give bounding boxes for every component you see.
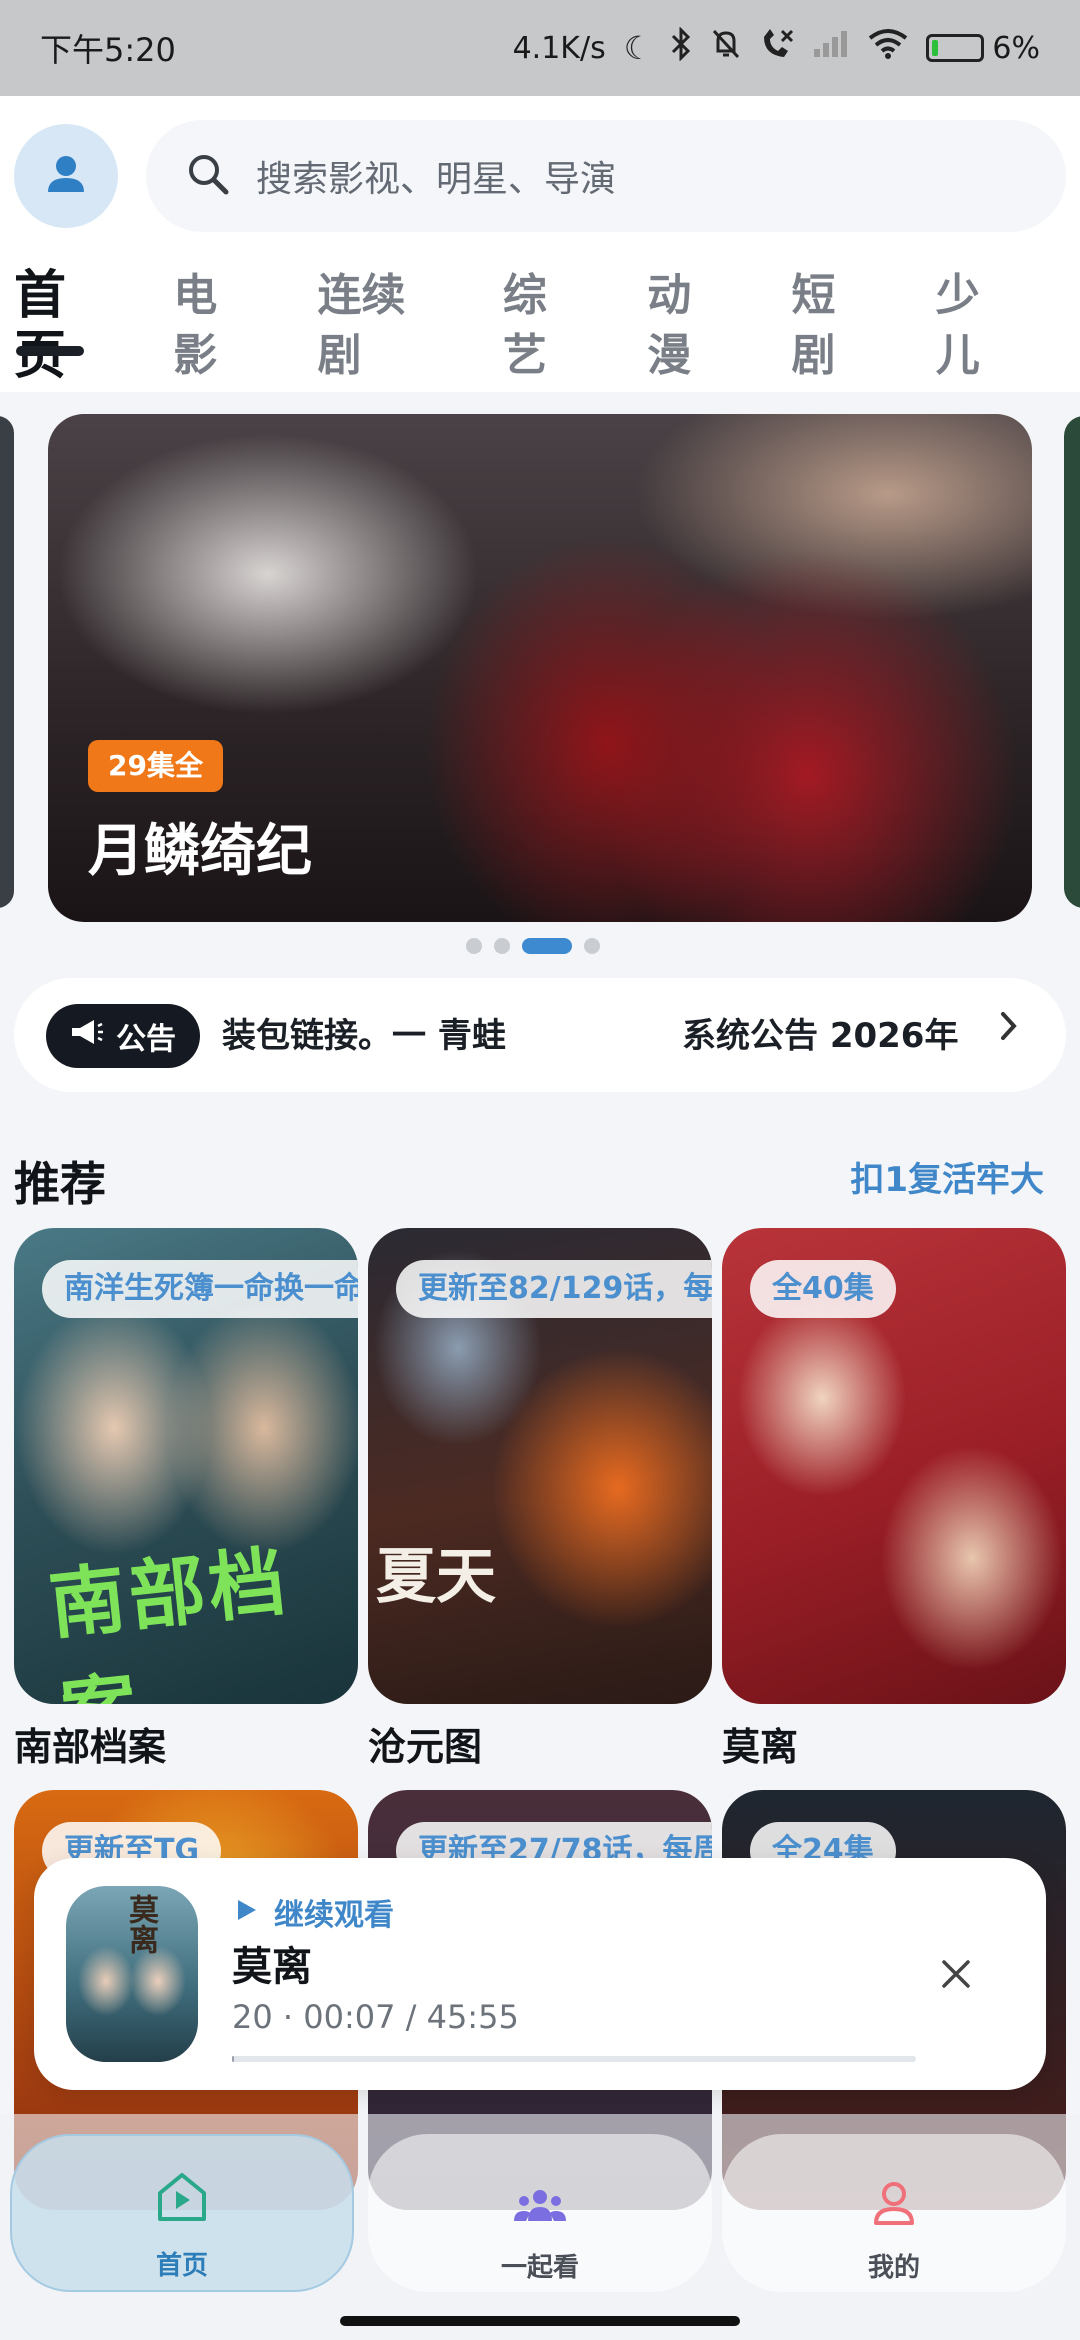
notice-tag-label: 公告	[116, 1022, 176, 1057]
status-icons: 4.1K/s ☾ 6%	[512, 26, 1040, 69]
header: 搜索影视、明星、导演 首页 电影 连续剧 综艺 动漫 短剧 少儿	[0, 96, 1080, 392]
tab-short-drama[interactable]: 短剧	[791, 266, 873, 386]
group-icon	[512, 2187, 568, 2231]
nav-label: 一起看	[500, 2253, 579, 2283]
progress-bar	[232, 2056, 916, 2062]
net-speed: 4.1K/s	[512, 30, 606, 66]
profile-icon	[870, 2179, 918, 2231]
battery-icon: 6%	[926, 31, 1040, 66]
poster-card[interactable]: 南洋生死簿一命换一命 南部档案	[14, 1228, 358, 1704]
banner-next-peek[interactable]	[1064, 416, 1080, 908]
card-title[interactable]: 沧元图	[368, 1716, 482, 1771]
category-tabs: 首页 电影 连续剧 综艺 动漫 短剧 少儿	[14, 266, 1080, 386]
search-bar[interactable]: 搜索影视、明星、导演	[146, 120, 1066, 232]
carousel-dot-active[interactable]	[522, 938, 572, 954]
home-play-icon	[154, 2169, 210, 2229]
card-update-pill: 南洋生死簿一命换一命	[42, 1260, 358, 1318]
tab-indicator	[16, 346, 84, 356]
banner-prev-peek[interactable]	[0, 416, 14, 908]
close-icon	[940, 1958, 972, 1994]
banner-episode-badge: 29集全	[88, 740, 223, 792]
tab-variety[interactable]: 综艺	[503, 266, 585, 386]
tab-series[interactable]: 连续剧	[318, 266, 441, 386]
notice-headline: 系统公告 2026年	[682, 1016, 959, 1056]
tab-anime[interactable]: 动漫	[647, 266, 729, 386]
carousel-dot[interactable]	[494, 938, 510, 954]
continue-watching-card[interactable]: 莫离 继续观看 莫离 20 · 00:07 / 45:55	[34, 1858, 1046, 2090]
signal-icon	[812, 29, 850, 67]
continue-thumbnail: 莫离	[66, 1886, 198, 2062]
chevron-right-icon[interactable]	[998, 1008, 1020, 1053]
nav-label: 我的	[867, 2253, 920, 2283]
poster-card[interactable]: 更新至82/129话，每周 夏天	[368, 1228, 712, 1704]
bluetooth-icon	[670, 26, 692, 69]
moon-icon: ☾	[623, 29, 653, 67]
progress-fill	[232, 2056, 234, 2062]
banner-slide[interactable]: 29集全 月鳞绮纪	[48, 414, 1032, 922]
section-link[interactable]: 扣1复活牢大	[850, 1152, 1044, 1201]
nav-label: 首页	[155, 2251, 208, 2281]
tab-home[interactable]: 首页	[14, 266, 111, 386]
banner-title: 月鳞绮纪	[88, 819, 312, 884]
close-button[interactable]	[928, 1948, 984, 2004]
card-update-pill: 全40集	[750, 1260, 896, 1318]
home-indicator	[340, 2316, 740, 2326]
avatar-button[interactable]	[14, 124, 118, 228]
wifi-icon	[868, 28, 908, 68]
nav-watch-together[interactable]: 一起看	[368, 2134, 712, 2292]
call-off-icon	[760, 27, 794, 69]
continue-label-text: 继续观看	[274, 1898, 394, 1933]
continue-label: 继续观看	[236, 1890, 394, 1934]
megaphone-icon	[70, 1018, 104, 1054]
status-bar: 下午5:20 4.1K/s ☾ 6%	[0, 0, 1080, 96]
card-update-pill: 更新至82/129话，每周	[396, 1260, 712, 1318]
nav-home[interactable]: 首页	[10, 2134, 354, 2292]
search-icon	[186, 152, 230, 200]
notice-tag: 公告	[46, 1004, 200, 1068]
carousel-indicator	[466, 938, 600, 954]
search-placeholder: 搜索影视、明星、导演	[256, 159, 617, 200]
poster-card[interactable]: 全40集	[722, 1228, 1066, 1704]
battery-percent: 6%	[992, 30, 1040, 66]
status-time: 下午5:20	[40, 31, 176, 69]
card-title[interactable]: 莫离	[722, 1716, 798, 1771]
thumbnail-title: 莫离	[123, 1894, 158, 1954]
poster-art-title: 夏天	[376, 1542, 496, 1612]
card-title[interactable]: 南部档案	[14, 1716, 166, 1771]
continue-progress-text: 20 · 00:07 / 45:55	[232, 1998, 519, 2036]
play-icon	[236, 1895, 258, 1930]
carousel-dot[interactable]	[584, 938, 600, 954]
continue-title: 莫离	[232, 1944, 312, 1990]
tab-kids[interactable]: 少儿	[936, 266, 1018, 386]
mute-bell-icon	[710, 27, 742, 69]
poster-art-title: 南部档案	[45, 1536, 294, 1704]
section-title: 推荐	[14, 1157, 106, 1211]
nav-profile[interactable]: 我的	[722, 2134, 1066, 2292]
notice-scroll-text: 装包链接。一 青蛙	[222, 1016, 506, 1056]
tab-movie[interactable]: 电影	[173, 266, 255, 386]
bottom-nav: 首页 一起看 我的	[0, 2114, 1080, 2340]
user-icon	[44, 152, 88, 200]
notice-bar[interactable]: 公告 装包链接。一 青蛙 系统公告 2026年	[14, 978, 1066, 1092]
carousel-dot[interactable]	[466, 938, 482, 954]
